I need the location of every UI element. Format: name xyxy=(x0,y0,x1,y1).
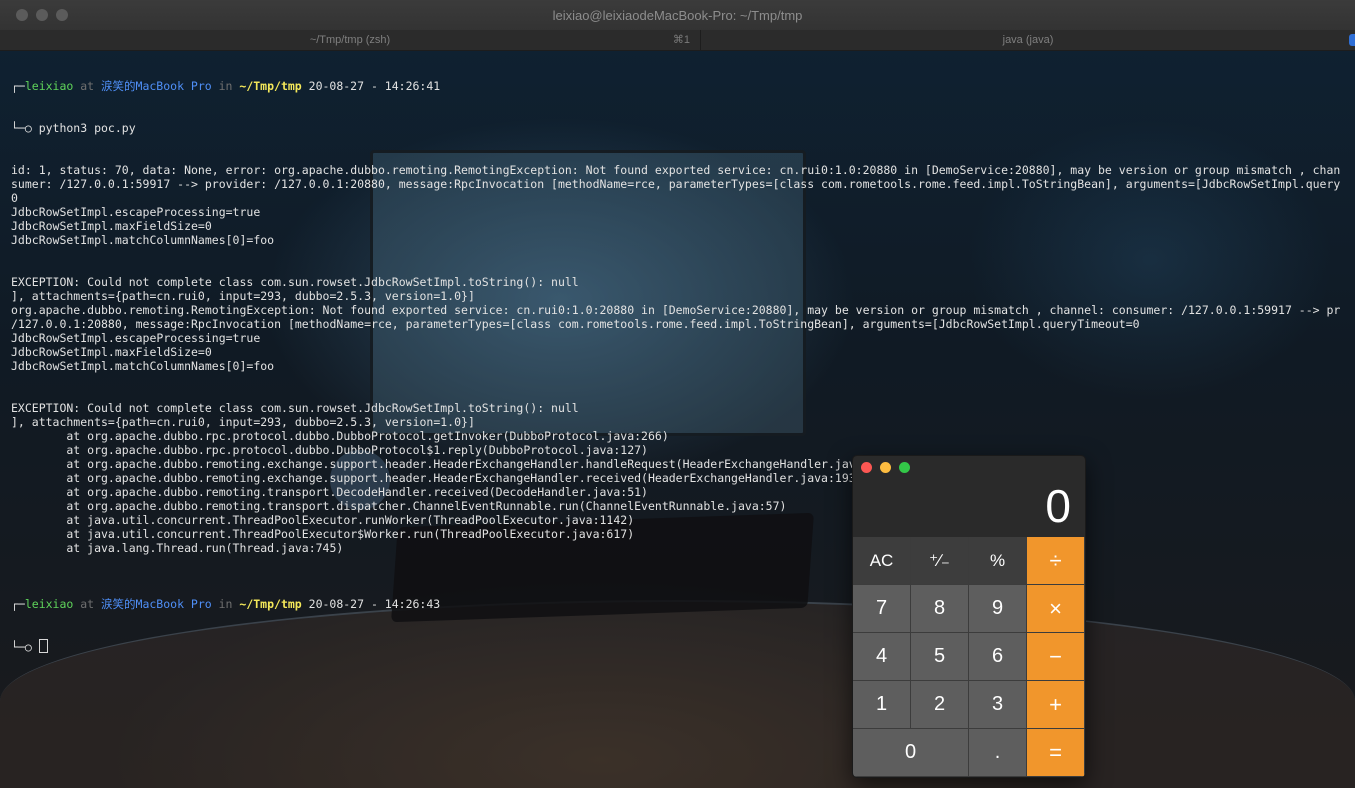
calculator-minimize-button[interactable] xyxy=(880,462,891,473)
calc-key-one[interactable]: 1 xyxy=(853,681,911,729)
calc-key-equals[interactable]: = xyxy=(1027,729,1085,777)
tab-java-label: java (java) xyxy=(1002,34,1054,46)
output-line: at org.apache.dubbo.remoting.transport.D… xyxy=(11,485,648,499)
calc-key-nine[interactable]: 9 xyxy=(969,585,1027,633)
prompt-host: 涙笑的MacBook Pro xyxy=(101,79,212,93)
calc-key-plus-minus[interactable]: ⁺∕₋ xyxy=(911,537,969,585)
calc-key-percent[interactable]: % xyxy=(969,537,1027,585)
output-line: /127.0.0.1:20880, message:RpcInvocation … xyxy=(11,317,1140,331)
input-line[interactable]: └─○ xyxy=(11,639,1355,653)
output-line: at org.apache.dubbo.remoting.exchange.su… xyxy=(11,457,898,471)
output-line: at org.apache.dubbo.rpc.protocol.dubbo.D… xyxy=(11,429,669,443)
output-line: ], attachments={path=cn.rui0, input=293,… xyxy=(11,289,475,303)
prompt-line: ┌─leixiao at 涙笑的MacBook Pro in ~/Tmp/tmp… xyxy=(11,597,1355,611)
input-prefix: └─○ xyxy=(11,640,39,653)
output-line: JdbcRowSetImpl.escapeProcessing=true xyxy=(11,205,261,219)
window-title: leixiao@leixiaodeMacBook-Pro: ~/Tmp/tmp xyxy=(552,8,803,23)
prompt-in: in xyxy=(211,79,240,93)
calc-key-six[interactable]: 6 xyxy=(969,633,1027,681)
prompt-line: ┌─leixiao at 涙笑的MacBook Pro in ~/Tmp/tmp… xyxy=(11,79,1355,93)
output-line: 0 xyxy=(11,191,18,205)
calc-key-add[interactable]: + xyxy=(1027,681,1085,729)
calc-key-three[interactable]: 3 xyxy=(969,681,1027,729)
output-line: id: 1, status: 70, data: None, error: or… xyxy=(11,163,1341,177)
output-line: sumer: /127.0.0.1:59917 --> provider: /1… xyxy=(11,177,1341,191)
calc-key-eight[interactable]: 8 xyxy=(911,585,969,633)
output-line: JdbcRowSetImpl.maxFieldSize=0 xyxy=(11,219,212,233)
calculator-keypad: AC ⁺∕₋% ÷ 7 8 9 × 4 5 6− 1 2 3 +0. = xyxy=(853,537,1085,777)
tab-zsh[interactable]: ~/Tmp/tmp (zsh) ⌘1 xyxy=(0,30,701,50)
output-line: ], attachments={path=cn.rui0, input=293,… xyxy=(11,415,475,429)
prompt-datetime: 20-08-27 - 14:26:43 xyxy=(301,597,441,611)
calc-key-four[interactable]: 4 xyxy=(853,633,911,681)
prompt-in: in xyxy=(211,597,240,611)
output-line: at java.util.concurrent.ThreadPoolExecut… xyxy=(11,527,635,541)
output-line: JdbcRowSetImpl.matchColumnNames[0]=foo xyxy=(11,233,275,247)
command-line: └─○ python3 poc.py xyxy=(11,121,136,135)
prompt-at: at xyxy=(73,79,102,93)
output-line: JdbcRowSetImpl.escapeProcessing=true xyxy=(11,331,261,345)
calc-key-five[interactable]: 5 xyxy=(911,633,969,681)
prompt-path: ~/Tmp/tmp xyxy=(239,79,302,93)
tab-zsh-label: ~/Tmp/tmp (zsh) xyxy=(309,34,391,46)
terminal-output[interactable]: ┌─leixiao at 涙笑的MacBook Pro in ~/Tmp/tmp… xyxy=(11,51,1355,667)
prompt-user: leixiao xyxy=(24,79,74,93)
output-line: org.apache.dubbo.remoting.RemotingExcept… xyxy=(11,303,1341,317)
activity-indicator-icon xyxy=(1349,34,1355,46)
calc-key-subtract[interactable]: − xyxy=(1027,633,1085,681)
calc-key-zero[interactable]: 0 xyxy=(853,729,969,777)
output-line: EXCEPTION: Could not complete class com.… xyxy=(11,401,579,415)
output-line: at java.util.concurrent.ThreadPoolExecut… xyxy=(11,513,635,527)
output-line: at org.apache.dubbo.remoting.transport.d… xyxy=(11,499,787,513)
tab-java[interactable]: java (java) xyxy=(701,30,1355,50)
prompt-path: ~/Tmp/tmp xyxy=(239,597,302,611)
calc-key-divide[interactable]: ÷ xyxy=(1027,537,1085,585)
tab-shortcut: ⌘1 xyxy=(672,34,690,46)
output-block: id: 1, status: 70, data: None, error: or… xyxy=(11,163,1355,569)
prompt-corner: ┌─ xyxy=(11,79,25,93)
prompt-user: leixiao xyxy=(24,597,74,611)
output-line: JdbcRowSetImpl.maxFieldSize=0 xyxy=(11,345,212,359)
prompt-host: 涙笑的MacBook Pro xyxy=(101,597,212,611)
output-line: JdbcRowSetImpl.matchColumnNames[0]=foo xyxy=(11,359,275,373)
calculator-zoom-button[interactable] xyxy=(899,462,910,473)
prompt-datetime: 20-08-27 - 14:26:41 xyxy=(301,79,441,93)
output-line: at java.lang.Thread.run(Thread.java:745) xyxy=(11,541,344,555)
output-line: at org.apache.dubbo.remoting.exchange.su… xyxy=(11,471,863,485)
tab-bar: ~/Tmp/tmp (zsh) ⌘1 java (java) xyxy=(0,30,1355,51)
calc-key-clear[interactable]: AC xyxy=(853,537,911,585)
calc-key-decimal[interactable]: . xyxy=(969,729,1027,777)
prompt-corner: ┌─ xyxy=(11,597,25,611)
prompt-at: at xyxy=(73,597,102,611)
text-cursor xyxy=(38,639,48,653)
calc-key-two[interactable]: 2 xyxy=(911,681,969,729)
calculator-close-button[interactable] xyxy=(861,462,872,473)
calc-key-multiply[interactable]: × xyxy=(1027,585,1085,633)
calc-key-seven[interactable]: 7 xyxy=(853,585,911,633)
output-line: at org.apache.dubbo.rpc.protocol.dubbo.D… xyxy=(11,443,648,457)
terminal-titlebar[interactable]: leixiao@leixiaodeMacBook-Pro: ~/Tmp/tmp xyxy=(0,0,1355,31)
calculator-display: 0 xyxy=(1045,480,1071,532)
calculator-window-controls xyxy=(861,462,910,473)
output-line: EXCEPTION: Could not complete class com.… xyxy=(11,275,579,289)
calculator-window[interactable]: 0 AC ⁺∕₋% ÷ 7 8 9 × 4 5 6− 1 2 3 +0. = xyxy=(852,455,1086,778)
